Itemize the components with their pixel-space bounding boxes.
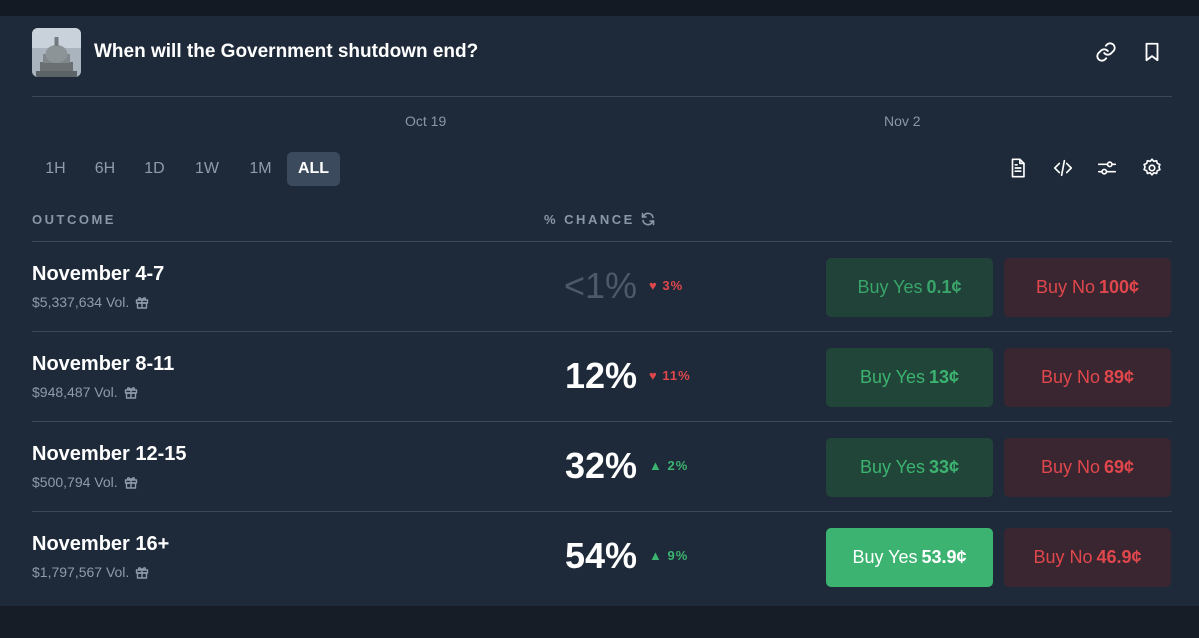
outcome-volume: $5,337,634 Vol. [32, 294, 149, 312]
outcome-name[interactable]: November 12-15 [32, 443, 187, 466]
chance-column-header: % CHANCE [544, 212, 635, 227]
sliders-icon[interactable] [1096, 157, 1120, 181]
gift-icon[interactable] [124, 385, 138, 402]
buy-no-label: Buy No [1040, 367, 1100, 387]
buy-yes-price: 0.1¢ [926, 277, 962, 297]
buy-yes-label: Buy Yes [859, 367, 925, 387]
chart-x-tick: Oct 19 [405, 113, 447, 129]
volume-text: $1,797,567 Vol. [32, 564, 130, 580]
top-strip [0, 0, 1199, 16]
bookmark-icon[interactable] [1141, 41, 1165, 65]
buy-no-label: Buy No [1040, 457, 1100, 477]
delta-up-icon: ▲ [649, 458, 663, 473]
buy-no-label: Buy No [1033, 547, 1093, 567]
market-avatar [32, 28, 81, 77]
buy-no-label: Buy No [1035, 277, 1095, 297]
chance-delta: ♥ 3% [649, 278, 683, 293]
chance-delta: ▲ 9% [649, 548, 688, 563]
settings-gear-icon[interactable] [1141, 157, 1165, 181]
link-icon[interactable] [1095, 41, 1119, 65]
buy-no-button[interactable]: Buy No 69¢ [1004, 438, 1171, 497]
buy-no-price: 100¢ [1098, 277, 1140, 297]
range-1d-button[interactable]: 1D [132, 152, 177, 186]
buy-yes-price: 53.9¢ [921, 547, 967, 567]
outcome-chance: <1% [563, 265, 637, 306]
buy-no-button[interactable]: Buy No 100¢ [1004, 258, 1171, 317]
outcome-volume: $948,487 Vol. [32, 384, 138, 402]
buy-yes-button[interactable]: Buy Yes 53.9¢ [826, 528, 993, 587]
range-6h-button[interactable]: 6H [82, 152, 128, 186]
gift-icon[interactable] [124, 475, 138, 492]
buy-yes-price: 33¢ [929, 457, 960, 477]
bottom-strip [0, 606, 1199, 638]
market-header: When will the Government shutdown end? [32, 28, 1172, 78]
delta-up-icon: ▲ [649, 548, 663, 563]
buy-yes-label: Buy Yes [857, 277, 923, 297]
header-divider [32, 96, 1172, 97]
buy-yes-price: 13¢ [929, 367, 960, 387]
volume-text: $948,487 Vol. [32, 384, 118, 400]
outcome-row: November 4-7 $5,337,634 Vol. <1% ♥ 3% Bu… [0, 242, 1199, 332]
range-all-button[interactable]: ALL [287, 152, 340, 186]
buy-yes-button[interactable]: Buy Yes 33¢ [826, 438, 993, 497]
chance-delta: ▲ 2% [649, 458, 688, 473]
delta-value: 9% [667, 548, 689, 563]
buy-no-button[interactable]: Buy No 89¢ [1004, 348, 1171, 407]
range-1m-button[interactable]: 1M [237, 152, 284, 186]
market-card: When will the Government shutdown end? O… [0, 16, 1199, 606]
volume-text: $5,337,634 Vol. [32, 294, 130, 310]
buy-yes-button[interactable]: Buy Yes 0.1¢ [826, 258, 993, 317]
outcome-name[interactable]: November 16+ [32, 533, 169, 556]
outcome-name[interactable]: November 8-11 [32, 353, 174, 376]
chart-x-tick: Nov 2 [884, 113, 921, 129]
outcome-name[interactable]: November 4-7 [32, 263, 164, 286]
delta-value: 2% [667, 458, 689, 473]
delta-value: 11% [662, 368, 691, 383]
refresh-icon[interactable] [640, 211, 656, 227]
gift-icon[interactable] [135, 565, 149, 582]
chance-delta: ♥ 11% [649, 368, 691, 383]
buy-no-price: 89¢ [1103, 367, 1135, 387]
buy-no-button[interactable]: Buy No 46.9¢ [1004, 528, 1171, 587]
buy-no-price: 69¢ [1103, 457, 1135, 477]
range-1w-button[interactable]: 1W [182, 152, 232, 186]
delta-value: 3% [662, 278, 684, 293]
outcome-chance: 54% [564, 535, 637, 576]
outcome-volume: $500,794 Vol. [32, 474, 138, 492]
outcome-volume: $1,797,567 Vol. [32, 564, 149, 582]
outcome-row: November 16+ $1,797,567 Vol. 54% ▲ 9% Bu… [0, 512, 1199, 602]
outcome-column-header: OUTCOME [32, 212, 116, 227]
market-title: When will the Government shutdown end? [94, 41, 479, 62]
delta-down-icon: ♥ [649, 278, 658, 293]
buy-yes-label: Buy Yes [859, 457, 925, 477]
document-icon[interactable] [1007, 157, 1031, 181]
delta-down-icon: ♥ [649, 368, 658, 383]
outcome-row: November 12-15 $500,794 Vol. 32% ▲ 2% Bu… [0, 422, 1199, 512]
volume-text: $500,794 Vol. [32, 474, 118, 490]
outcome-chance: 12% [564, 355, 637, 396]
embed-code-icon[interactable] [1052, 157, 1076, 181]
outcome-chance: 32% [564, 445, 637, 486]
buy-yes-label: Buy Yes [852, 547, 918, 567]
range-1h-button[interactable]: 1H [32, 152, 79, 186]
buy-yes-button[interactable]: Buy Yes 13¢ [826, 348, 993, 407]
gift-icon[interactable] [135, 295, 149, 312]
buy-no-price: 46.9¢ [1096, 547, 1142, 567]
outcome-row: November 8-11 $948,487 Vol. 12% ♥ 11% Bu… [0, 332, 1199, 422]
